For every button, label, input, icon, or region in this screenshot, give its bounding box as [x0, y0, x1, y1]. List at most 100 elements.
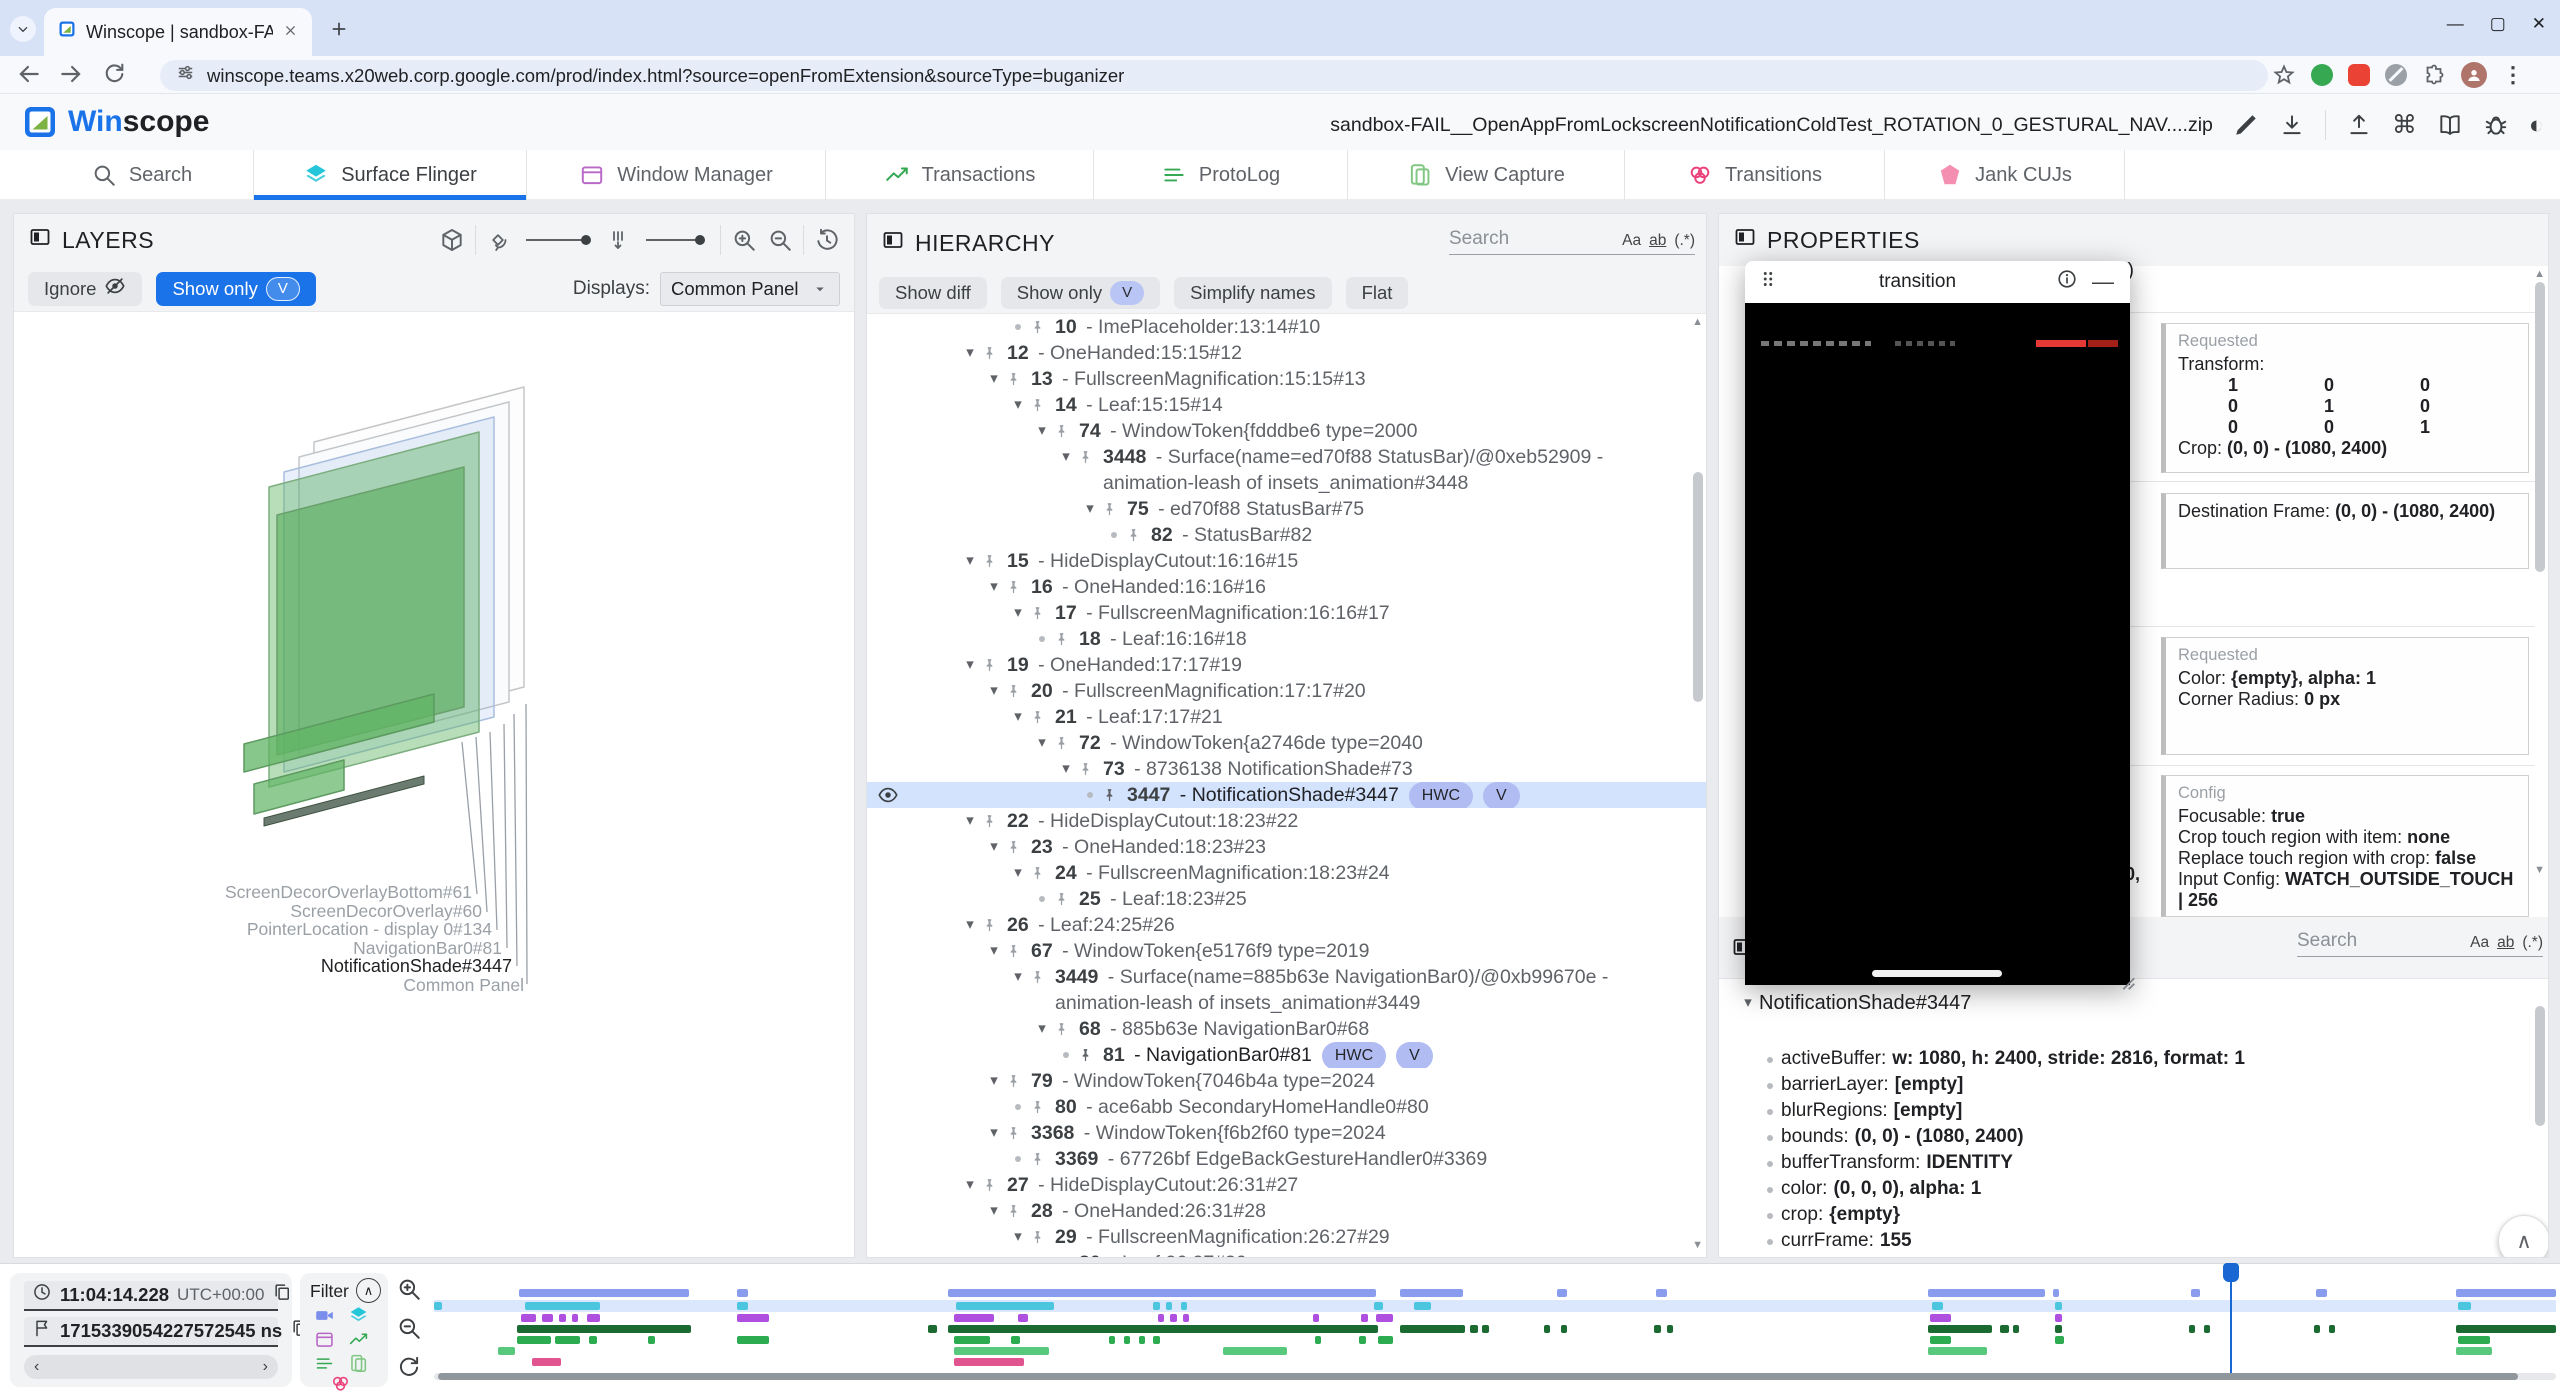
expand-arrow-icon[interactable]: ▾: [1031, 418, 1053, 444]
protolog-track-segment[interactable]: [1359, 1336, 1365, 1344]
scroll-up-icon[interactable]: ▲: [1692, 316, 1703, 328]
pin-icon[interactable]: [1029, 1229, 1046, 1246]
pin-icon[interactable]: [1053, 1021, 1070, 1038]
surface-flinger-track-segment[interactable]: [956, 1302, 1054, 1310]
protolog-track-segment[interactable]: [1153, 1336, 1159, 1344]
surface-flinger-track-segment[interactable]: [434, 1302, 442, 1310]
ignore-chip[interactable]: Ignore: [28, 272, 142, 306]
window-manager-track-segment[interactable]: [521, 1314, 536, 1322]
pin-icon[interactable]: [1005, 839, 1022, 856]
pin-icon[interactable]: [1053, 423, 1070, 440]
reset-view-icon[interactable]: [814, 227, 840, 253]
transactions-track-segment[interactable]: [2013, 1325, 2019, 1333]
surface-flinger-track-segment[interactable]: [737, 1302, 748, 1310]
expand-arrow-icon[interactable]: ▾: [1031, 730, 1053, 756]
transitions-track-segment[interactable]: [532, 1358, 562, 1366]
tree-node-22[interactable]: ▾22 - HideDisplayCutout:18:23#22: [867, 808, 1692, 834]
match-word-toggle[interactable]: ab: [2497, 934, 2514, 952]
pin-icon[interactable]: [1125, 527, 1142, 544]
transactions-track-segment[interactable]: [2000, 1325, 2008, 1333]
transactions-track-segment[interactable]: [948, 1325, 1379, 1333]
tree-node-26[interactable]: ▾26 - Leaf:24:25#26: [867, 912, 1692, 938]
tree-node-3368[interactable]: ▾3368 - WindowToken{f6b2f60 type=2024 an…: [867, 1120, 1692, 1146]
surface-flinger-track-segment[interactable]: [1374, 1302, 1382, 1310]
view-capture-track-segment[interactable]: [498, 1347, 515, 1355]
pin-icon[interactable]: [1029, 969, 1046, 986]
match-case-toggle[interactable]: Aa: [2470, 934, 2489, 952]
protolog-track-segment[interactable]: [1315, 1336, 1321, 1344]
transactions-track-segment[interactable]: [2456, 1325, 2556, 1333]
transactions-track-segment[interactable]: [2189, 1325, 2195, 1333]
transactions-track-segment[interactable]: [1400, 1325, 1466, 1333]
screen-recording-track-segment[interactable]: [2053, 1289, 2059, 1297]
3d-view-icon[interactable]: [439, 227, 465, 253]
tab-jank-cujs[interactable]: Jank CUJs: [1885, 150, 2125, 200]
browser-menu-icon[interactable]: ⋮: [2502, 62, 2524, 88]
proto-search[interactable]: Aa ab (.*): [2297, 930, 2543, 957]
expand-arrow-icon[interactable]: ▾: [1055, 444, 1077, 470]
pin-icon[interactable]: [981, 657, 998, 674]
expand-arrow-icon[interactable]: ▾: [983, 1068, 1005, 1094]
window-manager-track-segment[interactable]: [542, 1314, 553, 1322]
transactions-track-segment[interactable]: [2055, 1325, 2061, 1333]
tree-node-27[interactable]: ▾27 - HideDisplayCutout:26:31#27: [867, 1172, 1692, 1198]
browser-tab[interactable]: Winscope | sandbox-FAIL: [44, 8, 312, 56]
surface-flinger-track-segment[interactable]: [1166, 1302, 1172, 1310]
drag-handle-icon[interactable]: [1757, 268, 1779, 296]
pin-icon[interactable]: [1005, 1073, 1022, 1090]
protolog-track-segment[interactable]: [1139, 1336, 1145, 1344]
rotation-slider[interactable]: [526, 239, 590, 241]
window-manager-track-segment[interactable]: [1170, 1314, 1176, 1322]
tree-node-82[interactable]: 82 - StatusBar#82: [867, 522, 1692, 548]
screen-recording-track-segment[interactable]: [2456, 1289, 2556, 1297]
tree-node-13[interactable]: ▾13 - FullscreenMagnification:15:15#13: [867, 366, 1692, 392]
window-minimize-icon[interactable]: —: [2447, 14, 2464, 34]
tree-node-74[interactable]: ▾74 - WindowToken{fdddbe6 type=2000 andr…: [867, 418, 1692, 444]
transactions-track-segment[interactable]: [2329, 1325, 2335, 1333]
match-word-toggle[interactable]: ab: [1649, 232, 1666, 250]
protolog-track-segment[interactable]: [737, 1336, 769, 1344]
back-icon[interactable]: [16, 61, 42, 87]
transactions-track-segment[interactable]: [1928, 1325, 1992, 1333]
pin-icon[interactable]: [1029, 319, 1046, 336]
chip-simplify-names[interactable]: Simplify names: [1174, 277, 1331, 309]
window-manager-track-segment[interactable]: [587, 1314, 600, 1322]
pin-icon[interactable]: [1029, 865, 1046, 882]
transactions-track-segment[interactable]: [928, 1325, 936, 1333]
surface-flinger-track-segment[interactable]: [1414, 1302, 1431, 1310]
tree-node-17[interactable]: ▾17 - FullscreenMagnification:16:16#17: [867, 600, 1692, 626]
screen-recording-track-segment[interactable]: [2316, 1289, 2327, 1297]
forward-icon[interactable]: [58, 61, 84, 87]
chip-show-only[interactable]: Show onlyV: [1001, 277, 1160, 309]
pin-icon[interactable]: [1005, 579, 1022, 596]
tree-node-16[interactable]: ▾16 - OneHanded:16:16#16: [867, 574, 1692, 600]
pin-icon[interactable]: [1101, 501, 1118, 518]
proto-property-dataspace[interactable]: dataspace:BT709 sRGB Full range: [1759, 1254, 2091, 1258]
scroll-down-icon[interactable]: ▼: [1692, 1239, 1703, 1251]
protolog-track-segment[interactable]: [555, 1336, 580, 1344]
extension-red-icon[interactable]: [2348, 64, 2370, 86]
zoom-out-icon[interactable]: [767, 227, 793, 253]
documentation-icon[interactable]: [2437, 112, 2463, 138]
spacing-slider[interactable]: [646, 239, 704, 241]
scroll-down-icon[interactable]: ▼: [2534, 864, 2545, 876]
timeline-cursor-handle[interactable]: [2223, 1263, 2239, 1282]
tree-node-81[interactable]: 81 - NavigationBar0#81HWCV: [867, 1042, 1692, 1068]
expand-arrow-icon[interactable]: ▾: [1007, 704, 1029, 730]
minimize-window-icon[interactable]: —: [2088, 269, 2118, 295]
transactions-track-segment[interactable]: [1561, 1325, 1567, 1333]
pin-icon[interactable]: [1053, 631, 1070, 648]
proto-property-crop[interactable]: crop:{empty}: [1759, 1202, 1900, 1228]
tab-search[interactable]: Search: [30, 150, 254, 200]
tree-node-23[interactable]: ▾23 - OneHanded:18:23#23: [867, 834, 1692, 860]
tree-node-29[interactable]: ▾29 - FullscreenMagnification:26:27#29: [867, 1224, 1692, 1250]
window-close-icon[interactable]: ✕: [2532, 14, 2546, 34]
expand-arrow-icon[interactable]: ▾: [983, 1198, 1005, 1224]
protolog-track-segment[interactable]: [517, 1336, 551, 1344]
protolog-track-segment[interactable]: [1930, 1336, 1951, 1344]
proto-property-bounds[interactable]: bounds:(0, 0) - (1080, 2400): [1759, 1124, 2024, 1150]
extension-green-icon[interactable]: [2311, 64, 2333, 86]
window-manager-track-segment[interactable]: [1018, 1314, 1029, 1322]
window-manager-track-segment[interactable]: [1376, 1314, 1393, 1322]
transactions-track-segment[interactable]: [1544, 1325, 1550, 1333]
